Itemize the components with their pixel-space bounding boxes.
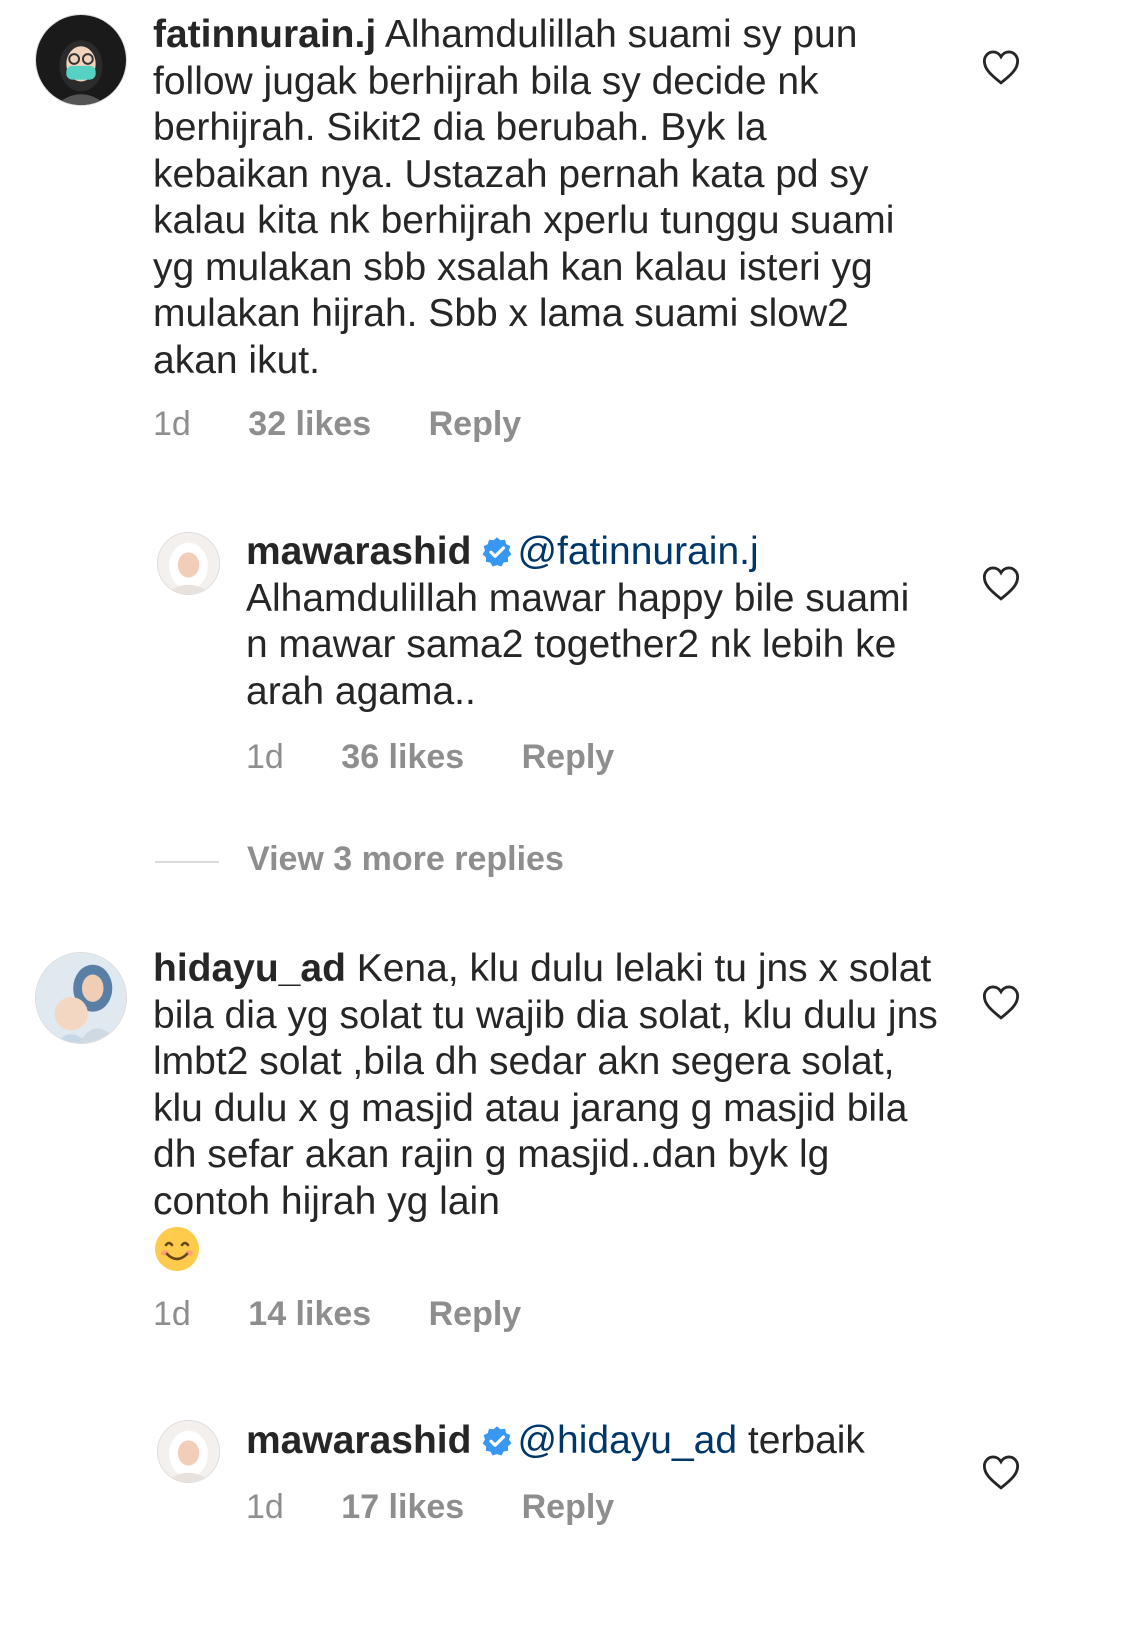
avatar-image <box>158 1421 219 1482</box>
likes-count[interactable]: 32 likes <box>248 405 371 444</box>
reply-button[interactable]: Reply <box>522 738 615 777</box>
comment-text: Alhamdulillah mawar happy bile suami n m… <box>246 576 910 713</box>
like-heart-icon[interactable] <box>982 49 1020 85</box>
avatar-image <box>36 15 126 105</box>
reply-mawarashid-1: mawarashid @fatinnurain.j Alhamdulillah m… <box>0 520 1125 800</box>
avatar[interactable] <box>35 952 127 1044</box>
divider-line <box>155 861 219 863</box>
avatar-image <box>36 953 126 1043</box>
timestamp: 1d <box>153 405 191 443</box>
reply-mawarashid-2: mawarashid @hidayu_ad terbaik 1d 17 likes… <box>0 1410 1125 1570</box>
view-more-label: View 3 more replies <box>247 840 564 878</box>
like-heart-icon[interactable] <box>982 984 1020 1020</box>
timestamp: 1d <box>153 1295 191 1333</box>
comment-hidayu: hidayu_ad Kena, klu dulu lelaki tu jns x… <box>0 940 1125 1360</box>
comment-body: fatinnurain.j Alhamdulillah suami sy pun… <box>153 12 923 384</box>
comment-fatinnurain: fatinnurain.j Alhamdulillah suami sy pun… <box>0 0 1125 470</box>
avatar[interactable] <box>35 14 127 106</box>
comment-text: Alhamdulillah suami sy pun follow jugak … <box>153 13 895 382</box>
comment-body: mawarashid @hidayu_ad terbaik <box>246 1418 946 1465</box>
comment-meta: 1d 36 likes Reply <box>246 738 662 777</box>
smiling-face-icon <box>153 1225 201 1273</box>
mention-link[interactable]: @hidayu_ad <box>517 1419 737 1462</box>
verified-badge-icon <box>481 533 513 567</box>
comment-body: mawarashid @fatinnurain.j Alhamdulillah m… <box>246 529 926 715</box>
likes-count[interactable]: 14 likes <box>248 1295 371 1334</box>
like-heart-icon[interactable] <box>982 565 1020 601</box>
username[interactable]: mawarashid <box>246 1419 471 1462</box>
username[interactable]: fatinnurain.j <box>153 13 376 56</box>
reply-button[interactable]: Reply <box>429 1295 522 1334</box>
reply-button[interactable]: Reply <box>429 405 522 444</box>
comment-meta: 1d 14 likes Reply <box>153 1295 569 1334</box>
avatar[interactable] <box>157 532 220 595</box>
comment-text: terbaik <box>747 1419 865 1462</box>
timestamp: 1d <box>246 738 284 776</box>
reply-button[interactable]: Reply <box>522 1488 615 1527</box>
avatar-image <box>158 533 219 594</box>
username[interactable]: hidayu_ad <box>153 947 346 990</box>
likes-count[interactable]: 36 likes <box>341 738 464 777</box>
likes-count[interactable]: 17 likes <box>341 1488 464 1527</box>
comment-meta: 1d 32 likes Reply <box>153 405 569 444</box>
timestamp: 1d <box>246 1488 284 1526</box>
verified-badge-icon <box>481 1422 513 1456</box>
comment-body: hidayu_ad Kena, klu dulu lelaki tu jns x… <box>153 946 943 1277</box>
avatar[interactable] <box>157 1420 220 1483</box>
like-heart-icon[interactable] <box>982 1454 1020 1490</box>
mention-link[interactable]: @fatinnurain.j <box>517 530 758 573</box>
comment-meta: 1d 17 likes Reply <box>246 1488 662 1527</box>
username[interactable]: mawarashid <box>246 530 471 573</box>
